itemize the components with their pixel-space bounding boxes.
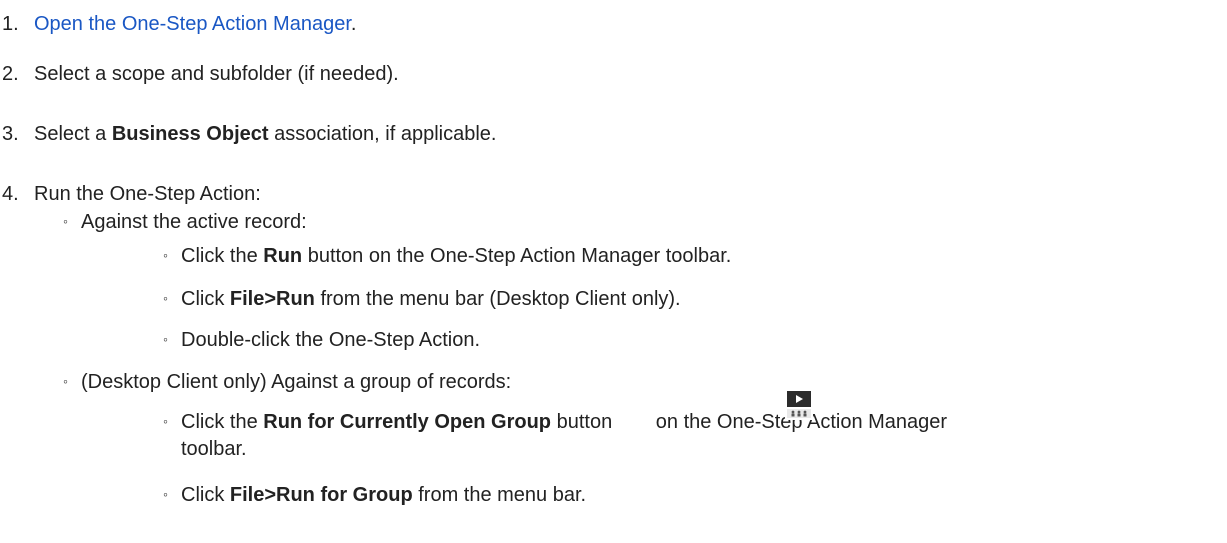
option-label: (Desktop Client only) Against a group of… (81, 371, 512, 393)
item-text: toolbar. (181, 438, 247, 460)
active-item-double-click: ◦ Double-click the One-Step Action. (163, 327, 480, 352)
step-4: 4. Run the One-Step Action: (2, 182, 261, 206)
active-item-file-run: ◦ Click File>Run from the menu bar (Deskt… (163, 286, 681, 311)
step-text: Select a (34, 123, 112, 145)
option-label: Against the active record: (81, 211, 307, 233)
bullet-icon: ◦ (63, 373, 68, 389)
bullet-icon: ◦ (63, 213, 68, 229)
step-text: . (350, 13, 357, 35)
bullet-icon: ◦ (163, 486, 168, 502)
item-text: button on the One-Step Action Manager to… (302, 245, 732, 267)
run-term: Run (263, 245, 303, 267)
step-number: 4. (2, 183, 19, 205)
step-2: 2. Select a scope and subfolder (if neede… (2, 62, 399, 86)
item-text: Double-click the One-Step Action. (181, 329, 481, 351)
group-records-option: ◦ (Desktop Client only) Against a group o… (63, 369, 511, 394)
group-item-run-open-group: ◦ Click the Run for Currently Open Group … (163, 409, 947, 434)
item-text: from the menu bar. (412, 484, 587, 506)
bullet-icon: ◦ (163, 247, 168, 263)
step-number: 3. (2, 123, 19, 145)
step-number: 2. (2, 63, 19, 85)
group-item-continuation: toolbar. (181, 437, 247, 461)
active-record-option: ◦ Against the active record: (63, 209, 307, 234)
business-object-term: Business Object (111, 123, 269, 145)
step-number: 1. (2, 13, 19, 35)
bullet-icon: ◦ (163, 331, 168, 347)
item-text: Click (181, 288, 230, 310)
run-open-group-term: Run for Currently Open Group (263, 411, 552, 433)
group-item-file-run-group: ◦ Click File>Run for Group from the menu … (163, 482, 586, 507)
item-text: from the menu bar (Desktop Client only). (314, 288, 681, 310)
bullet-icon: ◦ (163, 413, 168, 429)
step-3: 3. Select a Business Object association, … (2, 122, 496, 146)
step-text: association, if applicable. (268, 123, 497, 145)
run-for-group-icon (785, 389, 813, 420)
active-item-run-button: ◦ Click the Run button on the One-Step Ac… (163, 243, 731, 268)
file-run-group-term: File>Run for Group (229, 484, 413, 506)
bullet-icon: ◦ (163, 290, 168, 306)
step-text: Select a scope and subfolder (if needed)… (34, 63, 399, 85)
item-text: Click (181, 484, 230, 506)
item-text: button (551, 411, 613, 433)
file-run-term: File>Run (229, 288, 315, 310)
item-text: Click the (181, 411, 264, 433)
item-text: Click the (181, 245, 264, 267)
open-action-manager-link[interactable]: Open the One-Step Action Manager (34, 13, 351, 35)
step-text: Run the One-Step Action: (34, 183, 261, 205)
step-1: 1. Open the One-Step Action Manager. (2, 12, 356, 36)
document-page: 1. Open the One-Step Action Manager. 2. Se… (0, 0, 1227, 543)
